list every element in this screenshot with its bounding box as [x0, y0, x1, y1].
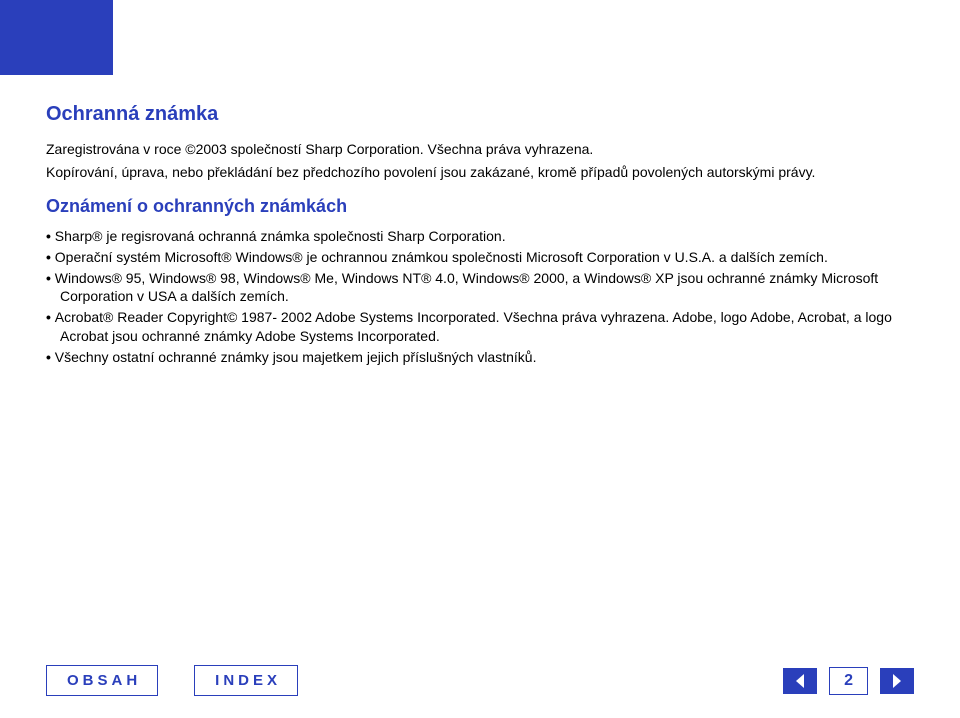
- trademark-registered-text: Zaregistrována v roce ©2003 společností …: [46, 140, 914, 159]
- prev-page-button[interactable]: [783, 668, 817, 694]
- notice-item: Acrobat® Reader Copyright© 1987- 2002 Ad…: [46, 308, 914, 346]
- decorative-header-block: [0, 0, 113, 75]
- index-button[interactable]: INDEX: [194, 665, 298, 696]
- notice-heading: Oznámení o ochranných známkách: [46, 196, 914, 217]
- document-body: Ochranná známka Zaregistrována v roce ©2…: [46, 103, 914, 369]
- notice-list: Sharp® je regisrovaná ochranná známka sp…: [46, 227, 914, 367]
- contents-button[interactable]: OBSAH: [46, 665, 158, 696]
- notice-item: Operační systém Microsoft® Windows® je o…: [46, 248, 914, 267]
- trademark-copying-text: Kopírování, úprava, nebo překládání bez …: [46, 163, 914, 182]
- footer-nav: OBSAH INDEX 2: [0, 665, 960, 696]
- chevron-right-icon: [890, 673, 904, 689]
- trademark-heading: Ochranná známka: [46, 103, 914, 126]
- page-number: 2: [829, 667, 868, 695]
- next-page-button[interactable]: [880, 668, 914, 694]
- notice-item: Všechny ostatní ochranné známky jsou maj…: [46, 348, 914, 367]
- notice-item: Sharp® je regisrovaná ochranná známka sp…: [46, 227, 914, 246]
- notice-item: Windows® 95, Windows® 98, Windows® Me, W…: [46, 269, 914, 307]
- chevron-left-icon: [793, 673, 807, 689]
